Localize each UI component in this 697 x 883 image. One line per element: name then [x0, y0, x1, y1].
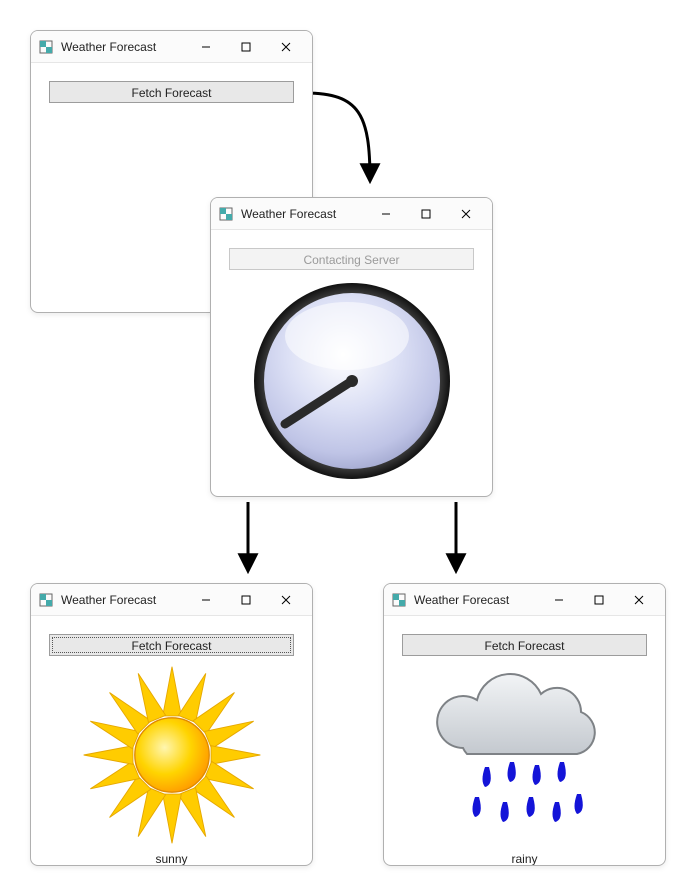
maximize-icon	[241, 42, 251, 52]
minimize-button[interactable]	[186, 34, 226, 60]
window-title: Weather Forecast	[61, 40, 156, 54]
window-title: Weather Forecast	[241, 207, 336, 221]
weather-status-label: sunny	[155, 852, 187, 866]
maximize-icon	[241, 595, 251, 605]
titlebar[interactable]: Weather Forecast	[384, 584, 665, 616]
minimize-button[interactable]	[539, 587, 579, 613]
minimize-icon	[381, 209, 391, 219]
weather-status-label: rainy	[511, 852, 537, 866]
minimize-button[interactable]	[366, 201, 406, 227]
window-loading-state: Weather Forecast Contacting Server	[210, 197, 493, 497]
close-icon	[461, 209, 471, 219]
app-icon	[392, 593, 406, 607]
titlebar[interactable]: Weather Forecast	[31, 31, 312, 63]
fetch-forecast-button[interactable]: Fetch Forecast	[402, 634, 647, 656]
close-button[interactable]	[266, 587, 306, 613]
minimize-button[interactable]	[186, 587, 226, 613]
fetch-forecast-button[interactable]: Fetch Forecast	[49, 81, 294, 103]
maximize-button[interactable]	[226, 34, 266, 60]
flow-arrow-initial-to-loading	[300, 85, 410, 205]
window-sunny-state: Weather Forecast Fetch Forecast	[30, 583, 313, 866]
close-icon	[281, 595, 291, 605]
window-title: Weather Forecast	[61, 593, 156, 607]
minimize-icon	[201, 42, 211, 52]
fetch-forecast-button[interactable]: Fetch Forecast	[49, 634, 294, 656]
titlebar[interactable]: Weather Forecast	[31, 584, 312, 616]
close-button[interactable]	[446, 201, 486, 227]
close-icon	[281, 42, 291, 52]
spinner-icon	[247, 276, 457, 486]
minimize-icon	[554, 595, 564, 605]
minimize-icon	[201, 595, 211, 605]
maximize-button[interactable]	[579, 587, 619, 613]
app-icon	[219, 207, 233, 221]
maximize-button[interactable]	[226, 587, 266, 613]
maximize-button[interactable]	[406, 201, 446, 227]
close-icon	[634, 595, 644, 605]
flow-arrow-loading-to-rainy	[446, 500, 466, 578]
maximize-icon	[421, 209, 431, 219]
close-button[interactable]	[266, 34, 306, 60]
maximize-icon	[594, 595, 604, 605]
app-icon	[39, 40, 53, 54]
flow-arrow-loading-to-sunny	[238, 500, 258, 578]
window-title: Weather Forecast	[414, 593, 509, 607]
titlebar[interactable]: Weather Forecast	[211, 198, 492, 230]
close-button[interactable]	[619, 587, 659, 613]
window-rainy-state: Weather Forecast Fetch Forecast	[383, 583, 666, 866]
fetch-forecast-button-disabled: Contacting Server	[229, 248, 474, 270]
rain-cloud-icon	[425, 662, 625, 848]
sun-icon	[79, 662, 265, 848]
app-icon	[39, 593, 53, 607]
